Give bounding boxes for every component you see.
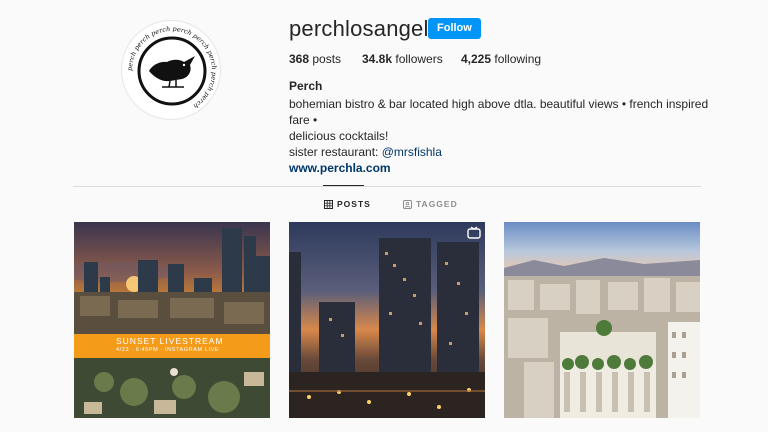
sister-prefix: sister restaurant:: [289, 145, 382, 159]
followers-stat[interactable]: 34.8k followers: [362, 52, 443, 66]
tab-tagged-label: TAGGED: [416, 199, 458, 209]
profile-avatar[interactable]: perch perch perch perch perch perch perc…: [121, 20, 221, 120]
post-tile[interactable]: SUNSET LIVESTREAM 4/23 · 6:45PM · INSTAG…: [74, 222, 270, 418]
grid-icon: [324, 199, 333, 209]
posts-stat[interactable]: 368 posts: [289, 52, 341, 66]
bio-line-2: delicious cocktails!: [289, 129, 389, 143]
tab-tagged[interactable]: TAGGED: [403, 199, 458, 209]
posts-count: 368: [289, 52, 310, 66]
post-image-sunset-skyline: [74, 222, 270, 418]
post-tile[interactable]: [289, 222, 485, 418]
post-tile[interactable]: [504, 222, 700, 418]
igtv-icon: [467, 226, 481, 240]
following-stat[interactable]: 4,225 following: [461, 52, 541, 66]
tab-posts[interactable]: POSTS: [324, 199, 371, 209]
following-label: following: [494, 52, 542, 66]
follow-button[interactable]: Follow: [428, 18, 481, 39]
post-image-rooftop-garden: [504, 222, 700, 418]
post-banner: SUNSET LIVESTREAM 4/23 · 6:45PM · INSTAG…: [74, 334, 270, 358]
perch-logo: perch perch perch perch perch perch perc…: [126, 25, 218, 110]
bio-sister-line: sister restaurant: @mrsfishla: [289, 144, 709, 160]
tabs-divider: [73, 186, 701, 187]
tag-person-icon: [403, 199, 412, 209]
tab-posts-label: POSTS: [337, 199, 371, 209]
followers-label: followers: [395, 52, 443, 66]
bio-line-1: bohemian bistro & bar located high above…: [289, 97, 709, 127]
posts-label: posts: [312, 52, 342, 66]
banner-title: SUNSET LIVESTREAM: [116, 336, 224, 346]
post-image-night-city: [289, 222, 485, 418]
website-link[interactable]: www.perchla.com: [289, 160, 709, 176]
profile-name: Perch: [289, 79, 323, 93]
followers-count: 34.8k: [362, 52, 393, 66]
sister-mention-link[interactable]: @mrsfishla: [382, 145, 442, 159]
profile-bio: Perch bohemian bistro & bar located high…: [289, 78, 709, 176]
following-count: 4,225: [461, 52, 492, 66]
banner-subtitle: 4/23 · 6:45PM · INSTAGRAM LIVE: [116, 347, 220, 353]
active-tab-indicator: [323, 185, 364, 186]
